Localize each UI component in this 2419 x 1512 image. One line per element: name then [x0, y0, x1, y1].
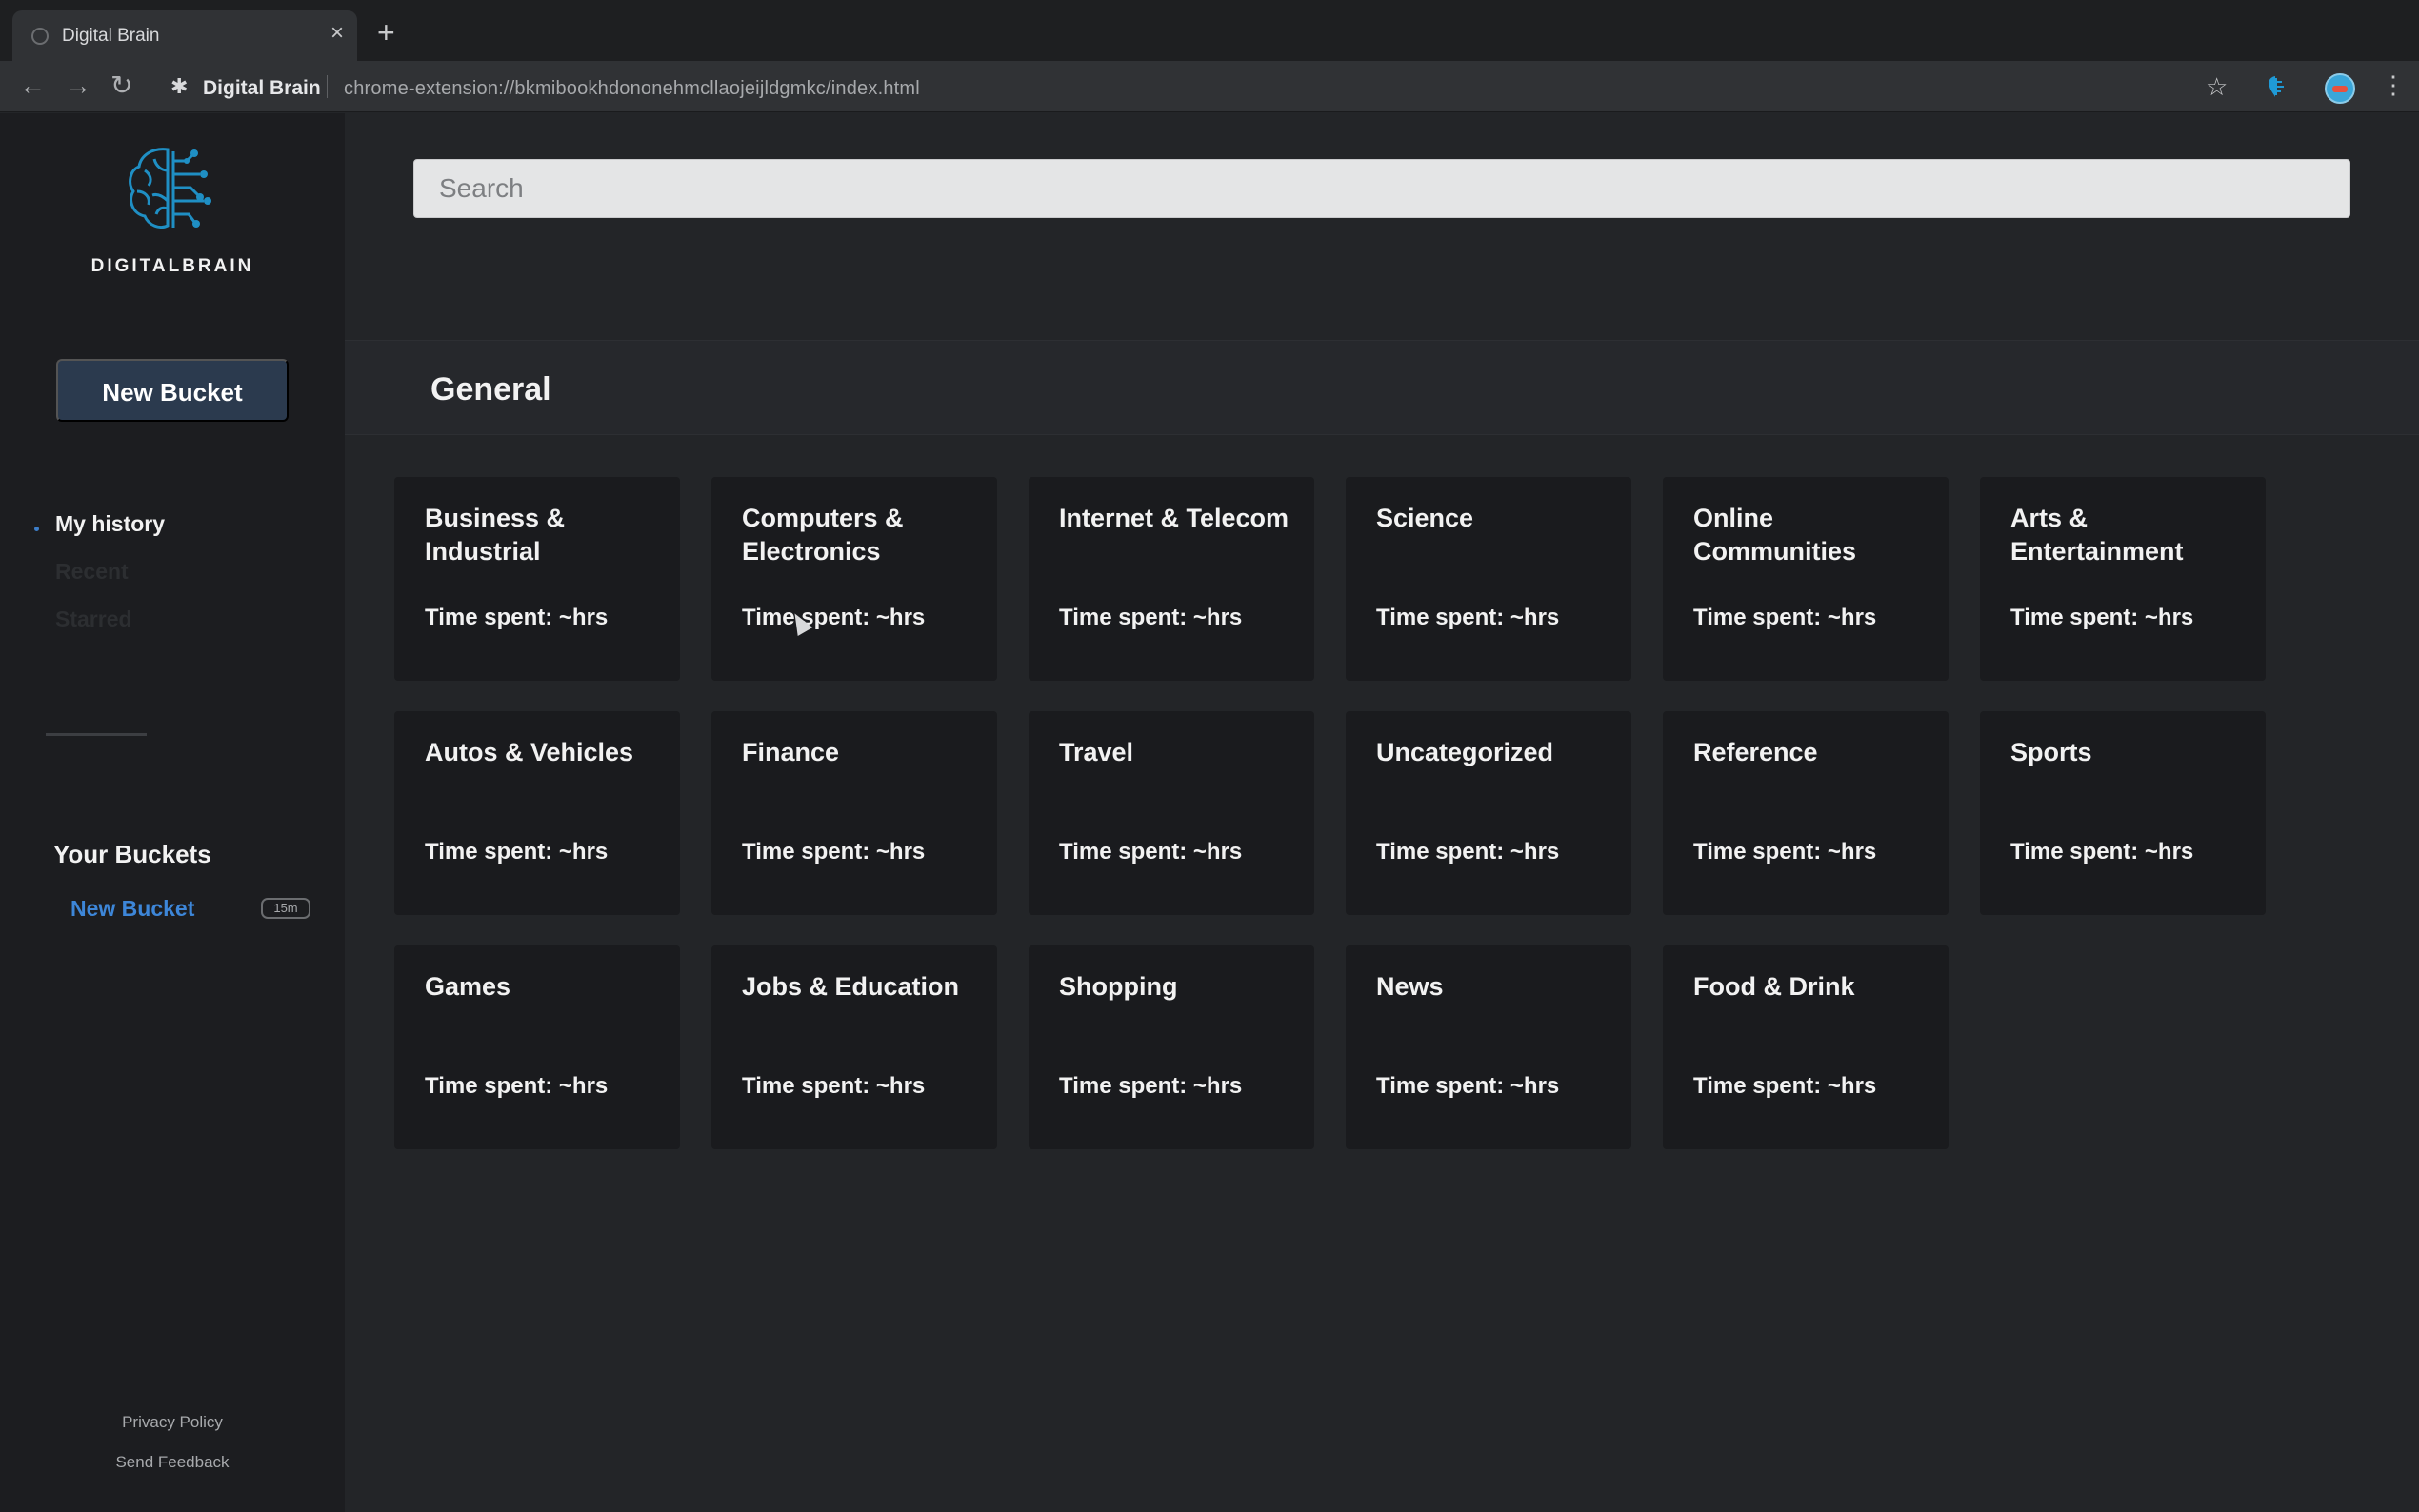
category-time: Time spent: ~hrs	[1376, 1073, 1560, 1099]
tab-favicon-icon	[31, 28, 49, 45]
section-header: General	[345, 340, 2419, 435]
close-tab-icon[interactable]: ×	[330, 22, 344, 45]
category-card-arts-entertainment[interactable]: Arts & Entertainment Time spent: ~hrs	[1980, 477, 2266, 681]
main-content: General Business & Industrial Time spent…	[345, 113, 2419, 1512]
category-name: Computers & Electronics	[742, 504, 904, 566]
category-time: Time spent: ~hrs	[742, 1073, 926, 1099]
sidebar-divider	[46, 733, 147, 736]
logo-wordmark: DIGITALBRAIN	[90, 256, 254, 276]
browser-tab[interactable]: Digital Brain ×	[12, 10, 357, 61]
category-name: Travel	[1059, 738, 1134, 766]
search-input[interactable]	[413, 159, 2350, 218]
bucket-item-new-bucket[interactable]: New Bucket	[70, 896, 194, 922]
forward-arrow-icon[interactable]: →	[65, 71, 91, 100]
category-card-jobs-education[interactable]: Jobs & Education Time spent: ~hrs	[711, 945, 997, 1149]
sidebar-item-starred[interactable]: Starred	[55, 607, 132, 632]
profile-avatar-icon[interactable]	[2325, 73, 2355, 104]
category-name: Arts & Entertainment	[2010, 504, 2184, 566]
category-time: Time spent: ~hrs	[1376, 839, 1560, 865]
your-buckets-heading: Your Buckets	[53, 840, 211, 868]
category-name: Jobs & Education	[742, 972, 960, 1001]
category-time: Time spent: ~hrs	[425, 1073, 609, 1099]
category-card-reference[interactable]: Reference Time spent: ~hrs	[1663, 711, 1949, 915]
category-card-internet-telecom[interactable]: Internet & Telecom Time spent: ~hrs	[1029, 477, 1314, 681]
bucket-time-badge: 15m	[261, 898, 310, 919]
new-tab-icon[interactable]: +	[377, 17, 395, 48]
category-time: Time spent: ~hrs	[2010, 839, 2194, 865]
category-card-uncategorized[interactable]: Uncategorized Time spent: ~hrs	[1346, 711, 1631, 915]
category-name: Finance	[742, 738, 840, 766]
browser-menu-icon[interactable]: ⋮	[2381, 72, 2406, 97]
category-card-business-industrial[interactable]: Business & Industrial Time spent: ~hrs	[394, 477, 680, 681]
category-name: Online Communities	[1693, 504, 1857, 566]
category-name: Business & Industrial	[425, 504, 566, 566]
tab-title: Digital Brain	[62, 26, 160, 46]
category-time: Time spent: ~hrs	[1059, 1073, 1243, 1099]
extension-puzzle-icon: ✱	[170, 74, 189, 98]
category-time: Time spent: ~hrs	[742, 605, 926, 630]
category-card-autos-vehicles[interactable]: Autos & Vehicles Time spent: ~hrs	[394, 711, 680, 915]
sidebar-item-my-history[interactable]: My history	[55, 511, 165, 537]
sidebar: DIGITALBRAIN New Bucket My history Recen…	[0, 113, 345, 1512]
category-time: Time spent: ~hrs	[2010, 605, 2194, 630]
category-card-food-drink[interactable]: Food & Drink Time spent: ~hrs	[1663, 945, 1949, 1149]
browser-tabstrip: Digital Brain × +	[0, 0, 2419, 61]
digital-brain-extension-icon[interactable]	[2265, 74, 2286, 99]
active-indicator-dot	[34, 527, 39, 531]
category-card-finance[interactable]: Finance Time spent: ~hrs	[711, 711, 997, 915]
sidebar-item-recent[interactable]: Recent	[55, 559, 129, 585]
reload-icon[interactable]: ↻	[110, 71, 132, 100]
send-feedback-link[interactable]: Send Feedback	[0, 1453, 345, 1472]
new-bucket-button[interactable]: New Bucket	[56, 359, 289, 422]
category-time: Time spent: ~hrs	[1693, 605, 1877, 630]
category-card-shopping[interactable]: Shopping Time spent: ~hrs	[1029, 945, 1314, 1149]
category-card-sports[interactable]: Sports Time spent: ~hrs	[1980, 711, 2266, 915]
category-card-news[interactable]: News Time spent: ~hrs	[1346, 945, 1631, 1149]
category-name: Food & Drink	[1693, 972, 1855, 1001]
category-name: Autos & Vehicles	[425, 738, 634, 766]
digital-brain-logo-icon	[129, 148, 211, 229]
category-name: Reference	[1693, 738, 1818, 766]
bookmark-star-icon[interactable]: ☆	[2206, 74, 2228, 99]
section-title: General	[430, 371, 551, 408]
category-name: Uncategorized	[1376, 738, 1554, 766]
privacy-policy-link[interactable]: Privacy Policy	[0, 1413, 345, 1432]
address-url[interactable]: chrome-extension://bkmibookhdononehmclla…	[344, 78, 920, 100]
category-card-travel[interactable]: Travel Time spent: ~hrs	[1029, 711, 1314, 915]
category-time: Time spent: ~hrs	[425, 605, 609, 630]
address-bar[interactable]: ✱ Digital Brain chrome-extension://bkmib…	[157, 66, 2233, 108]
category-name: Sports	[2010, 738, 2092, 766]
category-card-games[interactable]: Games Time spent: ~hrs	[394, 945, 680, 1149]
browser-toolbar: ← → ↻ ✱ Digital Brain chrome-extension:/…	[0, 61, 2419, 112]
category-name: Internet & Telecom	[1059, 504, 1289, 532]
address-separator	[327, 75, 328, 98]
category-time: Time spent: ~hrs	[1059, 839, 1243, 865]
category-card-online-communities[interactable]: Online Communities Time spent: ~hrs	[1663, 477, 1949, 681]
category-card-science[interactable]: Science Time spent: ~hrs	[1346, 477, 1631, 681]
category-name: Games	[425, 972, 511, 1001]
back-arrow-icon[interactable]: ←	[19, 71, 46, 100]
category-name: Shopping	[1059, 972, 1178, 1001]
category-card-computers-electronics[interactable]: Computers & Electronics Time spent: ~hrs	[711, 477, 997, 681]
category-name: News	[1376, 972, 1444, 1001]
category-time: Time spent: ~hrs	[1376, 605, 1560, 630]
category-time: Time spent: ~hrs	[742, 839, 926, 865]
category-name: Science	[1376, 504, 1474, 532]
address-site-name: Digital Brain	[203, 77, 321, 99]
category-time: Time spent: ~hrs	[1693, 839, 1877, 865]
category-time: Time spent: ~hrs	[1059, 605, 1243, 630]
category-time: Time spent: ~hrs	[1693, 1073, 1877, 1099]
category-time: Time spent: ~hrs	[425, 839, 609, 865]
